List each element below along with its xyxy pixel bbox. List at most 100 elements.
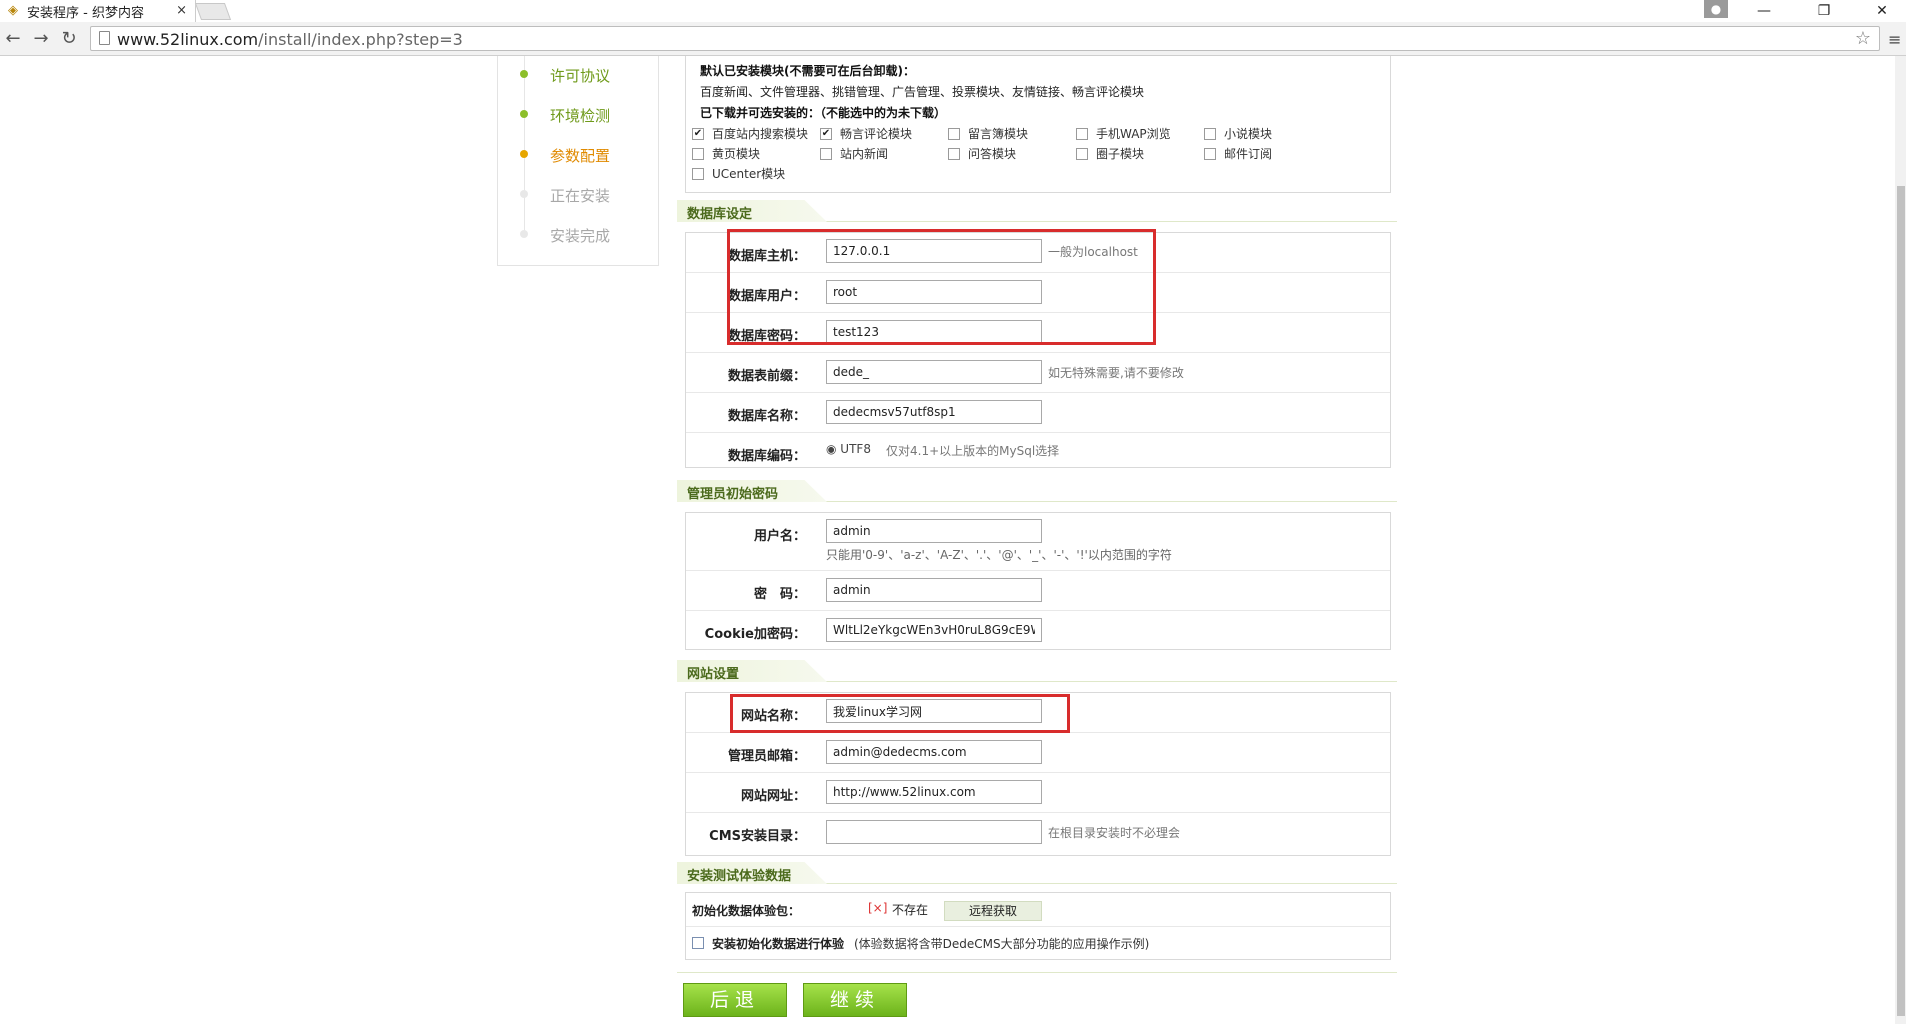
module-circle: 圈子模块 — [1076, 145, 1144, 162]
db-name-row: 数据库名称： — [686, 393, 1390, 433]
db-section-title: 数据库设定 — [687, 207, 753, 222]
site-name-row: 网站名称： — [686, 693, 1390, 733]
admin-cookie-input[interactable] — [826, 618, 1042, 642]
db-user-input[interactable] — [826, 280, 1042, 304]
install-form: 默认已安装模块(不需要可在后台卸载)： 百度新闻、文件管理器、挑错管理、广告管理… — [677, 56, 1397, 1024]
tab-close-icon[interactable]: × — [176, 3, 187, 18]
site-url-input[interactable] — [826, 780, 1042, 804]
admin-user-hint: 只能用'0-9'、'a-z'、'A-Z'、'.'、'@'、'_'、'-'、'!'… — [826, 548, 1172, 562]
forward-arrow-icon[interactable]: → — [30, 28, 52, 50]
db-charset-row: 数据库编码： ◉ UTF8 仅对4.1+以上版本的MySql选择 — [686, 433, 1390, 469]
db-prefix-hint: 如无特殊需要,请不要修改 — [1048, 366, 1184, 380]
back-button[interactable]: 后退 — [683, 983, 787, 1017]
demo-section-title: 安装测试体验数据 — [687, 869, 792, 884]
db-host-input[interactable] — [826, 239, 1042, 263]
module-ask: 问答模块 — [948, 145, 1016, 162]
site-email-label: 管理员邮箱： — [727, 749, 806, 764]
page-icon — [99, 31, 110, 45]
db-section-header: 数据库设定 — [677, 200, 1397, 222]
site-name-input[interactable] — [826, 699, 1042, 723]
db-charset-hint: 仅对4.1+以上版本的MySql选择 — [886, 444, 1060, 458]
db-prefix-label: 数据表前缀： — [727, 369, 806, 384]
user-avatar-icon[interactable]: ● — [1704, 0, 1728, 18]
checkbox — [1204, 127, 1216, 140]
admin-section-title: 管理员初始密码 — [687, 487, 779, 502]
site-dir-hint: 在根目录安装时不必理会 — [1048, 826, 1181, 840]
site-dir-label: CMS安装目录： — [709, 829, 806, 844]
site-box: 网站名称： 管理员邮箱： 网站网址： CMS安装目录： 在根目录安装时不必理会 — [685, 692, 1391, 856]
modules-box: 默认已安装模块(不需要可在后台卸载)： 百度新闻、文件管理器、挑错管理、广告管理… — [685, 56, 1391, 193]
admin-box: 用户名： 只能用'0-9'、'a-z'、'A-Z'、'.'、'@'、'_'、'-… — [685, 512, 1391, 650]
checkbox-checked[interactable]: ✔ — [820, 127, 832, 140]
admin-cookie-row: Cookie加密码： — [686, 611, 1390, 651]
admin-pass-input[interactable] — [826, 578, 1042, 602]
module-ucenter: UCenter模块 — [692, 165, 785, 182]
db-charset-radio[interactable]: ◉ UTF8 — [826, 442, 871, 456]
scrollbar-thumb[interactable] — [1897, 186, 1905, 1016]
install-steps: 许可协议 环境检测 参数配置 正在安装 安装完成 — [497, 56, 659, 266]
module-changyan[interactable]: ✔ 畅言评论模块 — [820, 125, 912, 142]
step-license: 许可协议 — [498, 64, 658, 85]
site-name-label: 网站名称： — [740, 709, 806, 724]
bookmark-star-icon[interactable]: ☆ — [1855, 28, 1871, 49]
new-tab-button[interactable] — [194, 3, 232, 20]
db-host-hint: 一般为localhost — [1048, 245, 1138, 259]
remote-fetch-button[interactable]: 远程获取 — [944, 901, 1042, 921]
module-mail: 邮件订阅 — [1204, 145, 1272, 162]
step-installing: 正在安装 — [498, 184, 658, 205]
checkbox — [1204, 147, 1216, 160]
step-done: 安装完成 — [498, 224, 658, 245]
reload-icon[interactable]: ↻ — [58, 28, 80, 50]
db-name-input[interactable] — [826, 400, 1042, 424]
step-dot — [520, 70, 528, 78]
step-env-check: 环境检测 — [498, 104, 658, 125]
step-dot — [520, 110, 528, 118]
db-prefix-row: 数据表前缀： 如无特殊需要,请不要修改 — [686, 353, 1390, 393]
step-dot — [520, 150, 528, 158]
optional-modules-title: 已下载并可选安装的：（不能选中的为未下载） — [700, 106, 947, 120]
db-prefix-input[interactable] — [826, 360, 1042, 384]
checkbox — [1076, 127, 1088, 140]
continue-button[interactable]: 继续 — [803, 983, 907, 1017]
admin-user-label: 用户名： — [753, 529, 806, 544]
site-dir-row: CMS安装目录： 在根目录安装时不必理会 — [686, 813, 1390, 857]
address-bar[interactable]: www.52linux.com/install/index.php?step=3… — [90, 26, 1880, 51]
step-label: 环境检测 — [550, 107, 611, 125]
admin-pass-row: 密 码： — [686, 571, 1390, 611]
demo-box: 初始化数据体验包： [×] 不存在 远程获取 安装初始化数据进行体验 (体验数据… — [685, 892, 1391, 960]
checkbox — [692, 147, 704, 160]
admin-section-header: 管理员初始密码 — [677, 480, 1397, 502]
browser-tab[interactable]: ◈ 安装程序 - 织梦内容 × — [0, 0, 196, 22]
demo-install-label: 安装初始化数据进行体验 — [712, 937, 845, 951]
url-text[interactable]: www.52linux.com/install/index.php?step=3 — [117, 30, 463, 49]
db-name-label: 数据库名称： — [727, 409, 806, 424]
menu-icon[interactable]: ≡ — [1888, 30, 1901, 49]
site-email-input[interactable] — [826, 740, 1042, 764]
demo-install-row: 安装初始化数据进行体验 (体验数据将含带DedeCMS大部分功能的应用操作示例) — [686, 927, 1390, 961]
demo-install-note: (体验数据将含带DedeCMS大部分功能的应用操作示例) — [854, 937, 1150, 951]
restore-icon[interactable]: ❐ — [1802, 0, 1846, 22]
demo-pkg-label: 初始化数据体验包： — [692, 904, 801, 918]
checkbox-checked[interactable]: ✔ — [692, 127, 704, 140]
db-user-label: 数据库用户： — [727, 289, 806, 304]
demo-install-checkbox[interactable] — [692, 937, 704, 949]
demo-status-text: 不存在 — [892, 903, 929, 917]
site-dir-input[interactable] — [826, 820, 1042, 844]
db-pass-input[interactable] — [826, 320, 1042, 344]
step-dot — [520, 190, 528, 198]
step-label: 安装完成 — [550, 227, 611, 245]
browser-tabbar: ◈ 安装程序 - 织梦内容 × ● — ❐ ✕ — [0, 0, 1906, 22]
minimize-icon[interactable]: — — [1742, 0, 1786, 22]
demo-status-icon: [×] — [868, 901, 888, 915]
back-arrow-icon[interactable]: ← — [2, 28, 24, 50]
module-baidu-search[interactable]: ✔ 百度站内搜索模块 — [692, 125, 808, 142]
step-label: 正在安装 — [550, 187, 611, 205]
close-window-icon[interactable]: ✕ — [1860, 0, 1904, 22]
site-section-header: 网站设置 — [677, 660, 1397, 682]
module-guestbook: 留言簿模块 — [948, 125, 1028, 142]
demo-pkg-row: 初始化数据体验包： [×] 不存在 远程获取 — [686, 893, 1390, 927]
checkbox — [820, 147, 832, 160]
admin-user-input[interactable] — [826, 519, 1042, 543]
checkbox — [692, 167, 704, 180]
module-yellowpage: 黄页模块 — [692, 145, 760, 162]
